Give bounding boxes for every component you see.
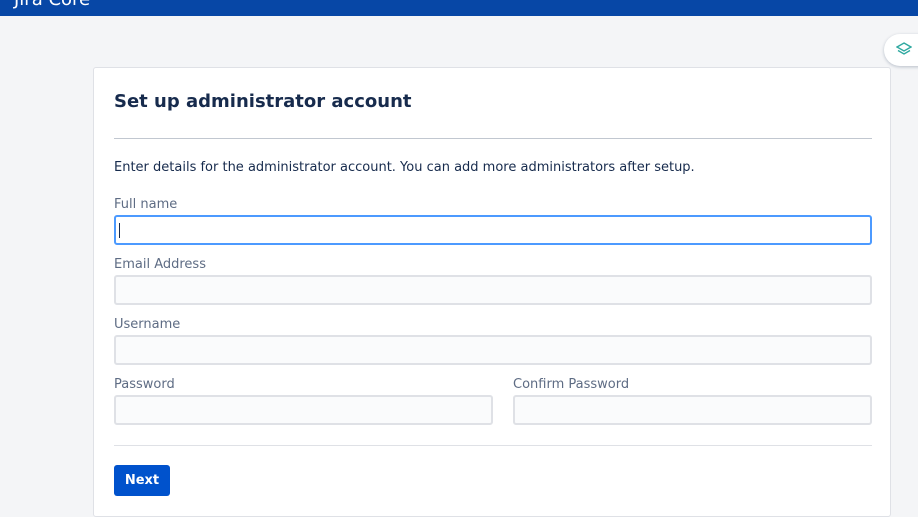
- confirm-password-input[interactable]: [513, 395, 872, 425]
- full-name-input[interactable]: [114, 215, 872, 245]
- title-divider: [114, 138, 872, 139]
- username-input[interactable]: [114, 335, 872, 365]
- intro-text: Enter details for the administrator acco…: [114, 160, 695, 175]
- email-input[interactable]: [114, 275, 872, 305]
- full-name-label: Full name: [114, 197, 178, 212]
- confirm-password-label: Confirm Password: [513, 377, 630, 392]
- text-cursor: [119, 223, 120, 238]
- username-label: Username: [114, 317, 181, 332]
- product-logo[interactable]: Jira Core: [14, 0, 90, 11]
- next-button[interactable]: Next: [114, 465, 170, 496]
- password-label: Password: [114, 377, 175, 392]
- footer-divider: [114, 445, 872, 446]
- setup-admin-card: Set up administrator account Enter detai…: [93, 67, 891, 517]
- page-title: Set up administrator account: [114, 91, 412, 112]
- email-label: Email Address: [114, 257, 206, 272]
- floating-help-widget[interactable]: [884, 34, 918, 66]
- password-input[interactable]: [114, 395, 493, 425]
- top-navigation-bar: Jira Core: [0, 0, 918, 16]
- layers-icon: [896, 42, 912, 55]
